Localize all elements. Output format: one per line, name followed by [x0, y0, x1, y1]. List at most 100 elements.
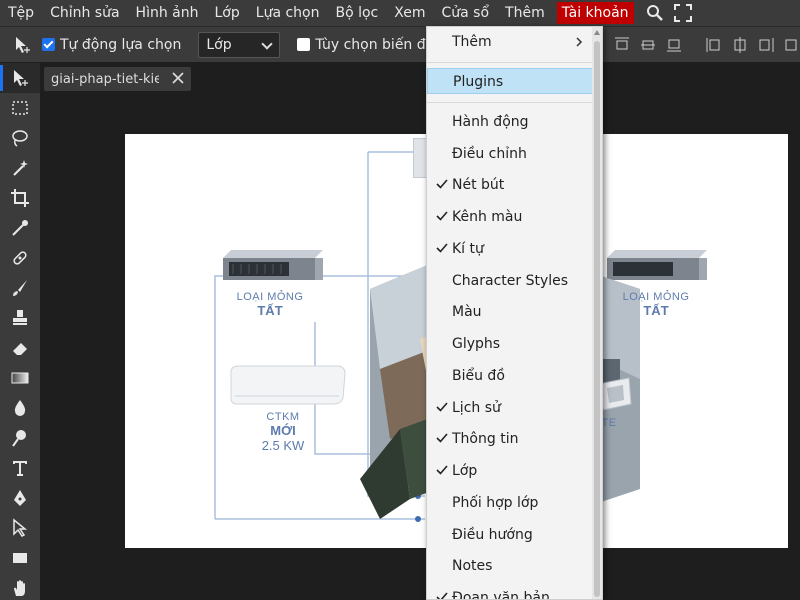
menu-item-character[interactable]: Kí tự	[427, 236, 593, 262]
fullscreen-icon[interactable]	[672, 2, 694, 24]
caption-left-duct: LOẠI MỎNG TẤT	[225, 291, 315, 318]
menu-item-more[interactable]: Thêm	[427, 29, 593, 55]
align-center-icon[interactable]	[732, 36, 748, 54]
magic-wand-tool[interactable]	[0, 153, 40, 183]
menu-item-channels[interactable]: Kênh màu	[427, 204, 593, 230]
menu-item-character-styles[interactable]: Character Styles	[427, 268, 593, 294]
brush-tool[interactable]	[0, 273, 40, 303]
search-icon[interactable]	[644, 2, 666, 24]
menu-item-adjustments[interactable]: Điều chỉnh	[427, 141, 593, 167]
type-tool[interactable]	[0, 453, 40, 483]
blur-tool[interactable]	[0, 393, 40, 423]
crop-icon	[11, 189, 29, 207]
move-tool-icon[interactable]	[8, 30, 38, 60]
menu-item-history[interactable]: Lịch sử	[427, 395, 593, 421]
align-bottom-icon[interactable]	[666, 36, 682, 54]
menu-item-label: Kênh màu	[452, 209, 523, 225]
menu-item-navigator[interactable]: Điều hướng	[427, 522, 593, 548]
menu-scrollbar[interactable]	[592, 27, 602, 599]
document-tab-name: giai-phap-tiet-kiem	[51, 71, 159, 87]
crop-tool[interactable]	[0, 183, 40, 213]
ac-top-unit	[413, 138, 427, 178]
marquee-tool[interactable]	[0, 93, 40, 123]
auto-select-option[interactable]: Tự động lựa chọn	[42, 37, 181, 53]
align-top-icon[interactable]	[614, 36, 630, 54]
gradient-tool[interactable]	[0, 363, 40, 393]
menu-account[interactable]: Tài khoản	[556, 2, 634, 24]
auto-select-label: Tự động lựa chọn	[60, 36, 182, 53]
document-tab[interactable]: giai-phap-tiet-kiem	[44, 67, 191, 91]
menu-item-label: Plugins	[453, 74, 504, 90]
layer-select[interactable]: Lớp	[198, 31, 281, 58]
menu-file[interactable]: Tệp	[0, 0, 42, 26]
check-icon	[436, 592, 448, 599]
ac-wall-unit	[230, 365, 346, 405]
distribute-icon[interactable]	[784, 36, 800, 54]
menu-item-label: Notes	[452, 558, 493, 574]
transform-checkbox[interactable]	[297, 38, 311, 51]
menu-separator	[427, 62, 593, 63]
menu-more[interactable]: Thêm	[497, 0, 553, 26]
check-icon	[436, 243, 448, 253]
menu-item-paragraph[interactable]: Đoạn văn bản	[427, 585, 593, 599]
lasso-tool[interactable]	[0, 123, 40, 153]
eraser-icon	[13, 343, 27, 355]
menu-layer[interactable]: Lớp	[207, 0, 248, 26]
stamp-tool[interactable]	[0, 303, 40, 333]
caption-line: LOẠI MỎNG	[622, 291, 690, 303]
menu-item-glyphs[interactable]: Glyphs	[427, 331, 593, 357]
caption-line: TẤT	[257, 303, 283, 318]
menu-item-layers[interactable]: Lớp	[427, 458, 593, 484]
window-menu-dropdown: Thêm Plugins Hành động Điều chỉnh Nét bú…	[426, 26, 603, 600]
dodge-tool[interactable]	[0, 423, 40, 453]
menu-item-layer-comps[interactable]: Phối hợp lớp	[427, 490, 593, 516]
close-icon[interactable]	[171, 71, 185, 85]
pen-icon	[14, 490, 26, 506]
eyedropper-tool[interactable]	[0, 213, 40, 243]
menu-item-label: Lớp	[452, 463, 478, 479]
path-selection-tool[interactable]	[0, 513, 40, 543]
scroll-up-arrow-icon[interactable]	[594, 30, 600, 35]
auto-select-checkbox[interactable]	[42, 38, 55, 51]
hand-tool[interactable]	[0, 573, 40, 600]
align-middle-icon[interactable]	[640, 36, 656, 54]
menu-item-notes[interactable]: Notes	[427, 553, 593, 579]
rectangle-tool[interactable]	[0, 543, 40, 573]
caption-line: LOẠI MỎNG	[236, 291, 304, 303]
move-tool[interactable]	[0, 63, 40, 93]
menu-item-label: Character Styles	[452, 273, 569, 289]
menu-item-label: Màu	[452, 304, 482, 320]
menu-item-label: Biểu đồ	[452, 368, 505, 384]
tool-bar	[0, 63, 40, 600]
menu-item-label: Điều hướng	[452, 527, 533, 543]
menu-select[interactable]: Lựa chọn	[248, 0, 328, 26]
rectangle-icon	[13, 553, 27, 563]
caption-line: 2.5 KW	[261, 438, 305, 453]
menu-view[interactable]: Xem	[386, 0, 433, 26]
menu-item-label: Điều chỉnh	[452, 146, 527, 162]
move-icon	[14, 70, 28, 86]
align-right-icon[interactable]	[758, 36, 774, 54]
menu-item-actions[interactable]: Hành động	[427, 109, 593, 135]
scrollbar-thumb[interactable]	[594, 41, 600, 597]
menu-filter[interactable]: Bộ lọc	[327, 0, 386, 26]
menu-edit[interactable]: Chỉnh sửa	[42, 0, 127, 26]
menu-window[interactable]: Cửa sổ	[433, 0, 497, 26]
magic-wand-icon	[13, 160, 28, 176]
menu-item-info[interactable]: Thông tin	[427, 426, 593, 452]
eraser-tool[interactable]	[0, 333, 40, 363]
align-left-icon[interactable]	[706, 36, 722, 54]
path-selection-icon	[13, 518, 28, 537]
transform-option[interactable]: Tùy chọn biến đổi	[297, 37, 438, 53]
menu-item-color[interactable]: Màu	[427, 299, 593, 325]
brush-icon	[13, 280, 27, 296]
type-icon	[13, 461, 27, 476]
menu-item-plugins[interactable]: Plugins	[427, 68, 593, 94]
check-icon	[436, 211, 448, 221]
menu-image[interactable]: Hình ảnh	[128, 0, 207, 26]
menu-item-brushes[interactable]: Nét bút	[427, 172, 593, 198]
menu-item-label: Nét bút	[452, 177, 505, 193]
healing-brush-tool[interactable]	[0, 243, 40, 273]
menu-item-histogram[interactable]: Biểu đồ	[427, 363, 593, 389]
pen-tool[interactable]	[0, 483, 40, 513]
